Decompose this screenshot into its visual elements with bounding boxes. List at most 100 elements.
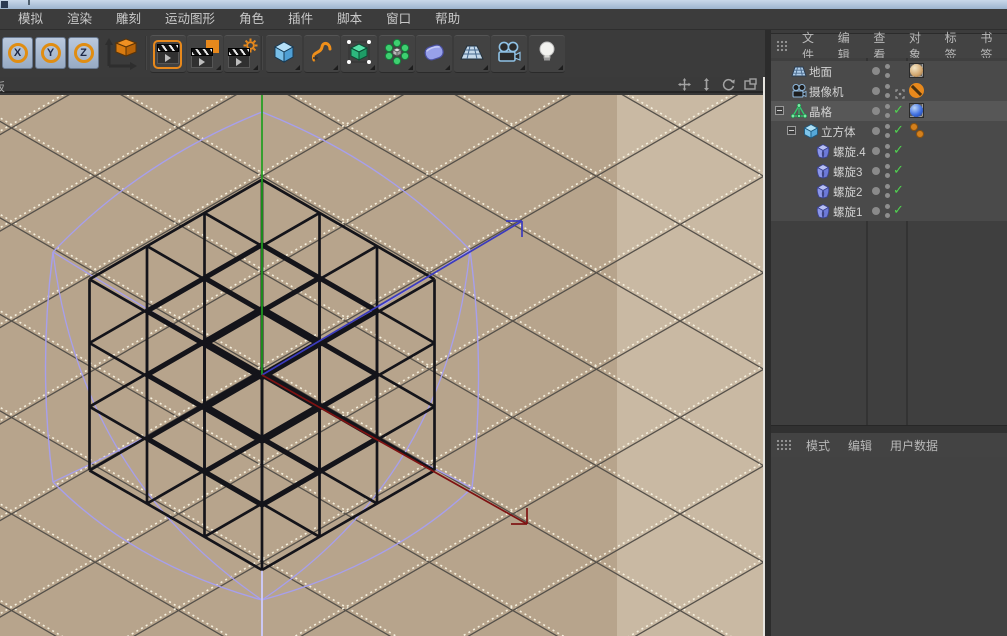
twist-object-icon <box>815 163 831 179</box>
material-tag-blue[interactable] <box>909 103 924 118</box>
visibility-dots[interactable] <box>885 164 890 182</box>
axis-lock-ring: Y <box>40 43 61 63</box>
render-view-button[interactable] <box>150 35 186 73</box>
dynamics-tag-icon[interactable] <box>909 123 925 139</box>
object-row-camera[interactable]: 摄像机 <box>771 81 1007 101</box>
subdivision-surface-button[interactable] <box>341 35 377 73</box>
visibility-dots[interactable] <box>885 124 890 142</box>
enabled-check-icon[interactable]: ✓ <box>893 163 904 178</box>
axis-lock-z-button[interactable]: Z <box>68 37 99 69</box>
layer-dot[interactable] <box>872 147 880 155</box>
main-menu-item[interactable]: 模拟 <box>6 9 55 29</box>
panel-splitter-horizontal[interactable] <box>771 425 1007 433</box>
deformer-button[interactable] <box>416 35 452 73</box>
visibility-dots[interactable] <box>885 184 890 202</box>
enabled-check-icon[interactable]: ✓ <box>893 123 904 138</box>
dropdown-corner <box>520 65 525 70</box>
object-row-lattice[interactable]: 晶格 ✓ <box>771 101 1007 121</box>
viewport-pan-icon[interactable] <box>678 78 691 91</box>
object-name[interactable]: 螺旋3 <box>833 164 862 180</box>
render-settings-button[interactable] <box>224 35 260 73</box>
main-menu-item[interactable]: 窗口 <box>374 9 423 29</box>
dropdown-corner <box>370 65 375 70</box>
dropdown-corner <box>407 65 413 70</box>
layer-dot[interactable] <box>872 87 880 95</box>
visibility-dots[interactable] <box>885 204 890 222</box>
layer-dot[interactable] <box>872 167 880 175</box>
expand-toggle[interactable] <box>787 126 796 135</box>
axis-cube-icon[interactable] <box>101 35 141 73</box>
visibility-dots[interactable] <box>885 144 890 162</box>
viewport-zoom-icon[interactable] <box>700 78 713 91</box>
main-menu-item[interactable]: 脚本 <box>325 9 374 29</box>
dropdown-corner <box>295 65 300 70</box>
enabled-check-icon[interactable]: ✓ <box>893 103 904 118</box>
main-menu-item[interactable]: 渲染 <box>55 9 104 29</box>
main-menu-item[interactable]: 插件 <box>276 9 325 29</box>
drag-grip-icon[interactable] <box>776 439 791 451</box>
visibility-dots[interactable] <box>885 64 890 82</box>
layer-dot[interactable] <box>872 207 880 215</box>
layer-dot[interactable] <box>872 107 880 115</box>
axis-lock-ring: Z <box>73 43 94 63</box>
viewport-menu-fragment: 板 <box>0 78 7 92</box>
camera-target-icon[interactable] <box>895 86 905 99</box>
material-tag-beige[interactable] <box>909 63 924 78</box>
axis-lock-y-button[interactable]: Y <box>35 37 66 69</box>
axis-lock-ring: X <box>7 43 28 63</box>
object-manager-menubar: 文件 编辑 查看 对象 标签 书签 <box>771 31 1007 62</box>
object-name[interactable]: 螺旋1 <box>833 204 862 220</box>
enabled-check-icon[interactable]: ✓ <box>893 203 904 218</box>
object-name[interactable]: 螺旋.4 <box>833 144 866 160</box>
object-name[interactable]: 地面 <box>809 64 832 80</box>
render-region-button[interactable] <box>187 35 223 73</box>
dropdown-corner <box>332 65 338 70</box>
subdivision-surface-icon <box>346 39 372 70</box>
drag-grip-icon[interactable] <box>776 40 788 52</box>
expand-toggle[interactable] <box>775 106 784 115</box>
light-button[interactable] <box>528 35 565 73</box>
viewport-rotate-icon[interactable] <box>722 78 735 91</box>
object-name[interactable]: 立方体 <box>821 124 856 140</box>
axis-lock-x-button[interactable]: X <box>2 37 33 69</box>
layer-dot[interactable] <box>872 127 880 135</box>
dropdown-corner <box>445 65 450 70</box>
object-row-twist[interactable]: 螺旋1 ✓ <box>771 201 1007 221</box>
viewport-maximize-icon[interactable] <box>744 78 757 91</box>
array-button[interactable] <box>378 35 415 73</box>
object-row-cube[interactable]: 立方体 ✓ <box>771 121 1007 141</box>
enabled-check-icon[interactable]: ✓ <box>893 143 904 158</box>
spline-button[interactable] <box>303 35 340 73</box>
window-titlebar <box>0 0 1007 9</box>
cube-button[interactable] <box>266 35 302 73</box>
object-row-twist[interactable]: 螺旋3 ✓ <box>771 161 1007 181</box>
enabled-check-icon[interactable]: ✓ <box>893 183 904 198</box>
attribute-manager: 模式 编辑 用户数据 <box>771 433 1007 457</box>
toolbar-separator <box>261 36 263 70</box>
viewport-3d-canvas[interactable] <box>0 95 763 636</box>
layer-dot[interactable] <box>872 187 880 195</box>
main-menu-item[interactable]: 角色 <box>227 9 276 29</box>
protection-tag-icon[interactable] <box>909 83 924 98</box>
viewport-panel: 板 <box>0 77 765 636</box>
main-menu-item[interactable]: 帮助 <box>423 9 472 29</box>
object-row-twist[interactable]: 螺旋.4 ✓ <box>771 141 1007 161</box>
am-menu-item[interactable]: 用户数据 <box>881 437 947 454</box>
floor-button[interactable] <box>453 35 490 73</box>
main-menu-item[interactable]: 雕刻 <box>104 9 153 29</box>
object-manager-list: 地面摄像机晶格 ✓ 立方体 ✓ 螺旋.4 ✓ 螺旋3 ✓ 螺旋2 ✓ 螺旋1 ✓ <box>771 58 1007 425</box>
am-menu-item[interactable]: 编辑 <box>839 437 881 454</box>
am-menu-item[interactable]: 模式 <box>797 437 839 454</box>
main-menu-item[interactable]: 运动图形 <box>153 9 227 29</box>
visibility-dots[interactable] <box>885 84 890 102</box>
object-name[interactable]: 螺旋2 <box>833 184 862 200</box>
object-row-floor[interactable]: 地面 <box>771 61 1007 81</box>
visibility-dots[interactable] <box>885 104 890 122</box>
object-name[interactable]: 摄像机 <box>809 84 844 100</box>
camera-button[interactable] <box>491 35 527 73</box>
layer-dot[interactable] <box>872 67 880 75</box>
floor-object-icon <box>791 63 807 79</box>
object-name[interactable]: 晶格 <box>809 104 832 120</box>
cube-icon <box>271 39 297 70</box>
object-row-twist[interactable]: 螺旋2 ✓ <box>771 181 1007 201</box>
